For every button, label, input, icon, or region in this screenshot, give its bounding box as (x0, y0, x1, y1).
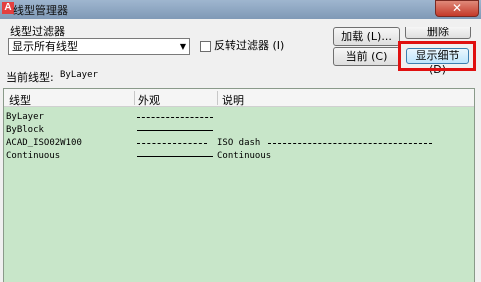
linetype-list[interactable]: 线型 外观 说明 ByLayer ByBlock ACAD_ISO02W100 … (3, 88, 475, 282)
list-header: 线型 外观 说明 (4, 89, 474, 107)
title-bar: A 线型管理器 ✕ (0, 0, 481, 19)
linetype-filter-value: 显示所有线型 (12, 40, 78, 53)
table-row[interactable]: ByLayer (4, 111, 474, 124)
column-divider (134, 91, 135, 105)
close-button[interactable]: ✕ (435, 0, 479, 17)
table-row[interactable]: Continuous Continuous (4, 150, 474, 163)
linetype-name: ByLayer (6, 112, 44, 122)
load-button[interactable]: 加载 (L)... (333, 27, 400, 46)
table-row[interactable]: ByBlock (4, 124, 474, 137)
linetype-description-pattern (268, 143, 432, 144)
linetype-appearance (137, 156, 213, 157)
linetype-appearance (137, 117, 213, 118)
linetype-name: ByBlock (6, 125, 44, 135)
linetype-filter-label: 线型过滤器 (10, 25, 65, 38)
linetype-appearance (137, 143, 207, 144)
column-header-linetype[interactable]: 线型 (9, 92, 31, 108)
chevron-down-icon: ▼ (179, 42, 186, 51)
red-highlight-annotation (398, 41, 476, 71)
table-row[interactable]: ACAD_ISO02W100 ISO dash (4, 137, 474, 150)
invert-filter-label: 反转过滤器 (I) (214, 39, 285, 52)
delete-button[interactable]: 删除 (405, 27, 471, 39)
invert-filter-checkbox[interactable] (200, 41, 211, 52)
linetype-filter-select[interactable]: 显示所有线型 ▼ (8, 38, 190, 55)
current-linetype-label: 当前线型: (6, 71, 54, 84)
current-button[interactable]: 当前 (C) (333, 47, 400, 66)
linetype-appearance (137, 130, 213, 131)
current-linetype-value: ByLayer (60, 70, 98, 80)
linetype-name: ACAD_ISO02W100 (6, 138, 82, 148)
column-header-appearance[interactable]: 外观 (138, 92, 160, 108)
column-header-description[interactable]: 说明 (222, 92, 244, 108)
linetype-description: Continuous (217, 151, 272, 161)
linetype-name: Continuous (6, 151, 61, 161)
linetype-description: ISO dash (217, 138, 261, 148)
window-title: 线型管理器 (13, 4, 68, 17)
column-divider (217, 91, 218, 105)
